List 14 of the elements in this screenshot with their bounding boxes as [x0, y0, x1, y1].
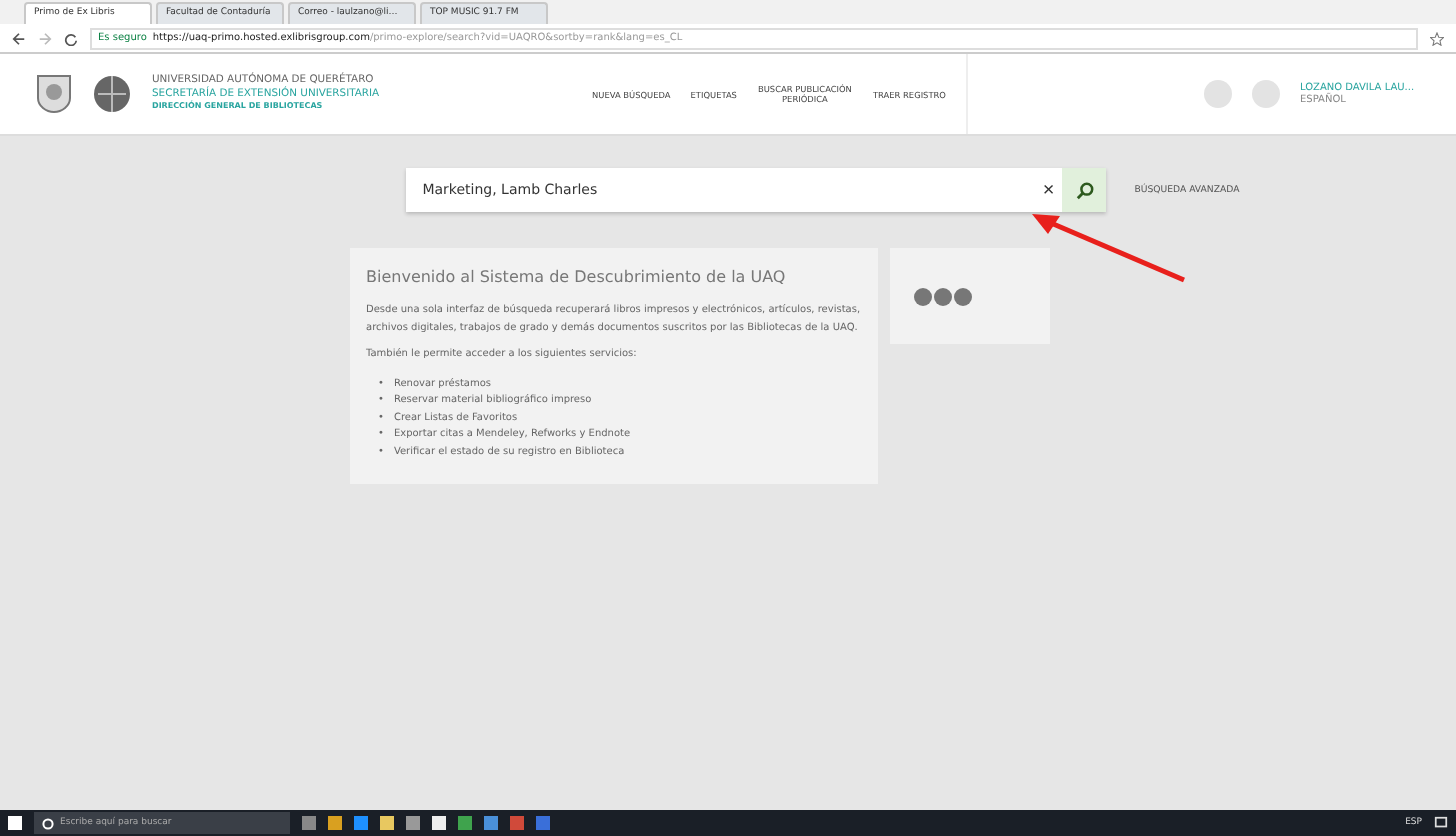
star-icon[interactable]	[1430, 31, 1444, 45]
forward-icon[interactable]	[38, 31, 52, 45]
welcome-title: Bienvenido al Sistema de Descubrimiento de la UAQ	[366, 268, 788, 286]
back-icon[interactable]	[12, 31, 26, 45]
university-shield-icon	[36, 74, 72, 114]
user-circle-icon[interactable]	[1204, 80, 1232, 108]
windows-start-icon[interactable]	[8, 816, 22, 830]
clear-button[interactable]: ×	[1034, 179, 1063, 201]
cortana-circle-icon	[42, 817, 54, 829]
reload-icon[interactable]	[64, 31, 78, 45]
globe-logo-icon	[92, 74, 132, 114]
notification-icon[interactable]	[1434, 816, 1448, 830]
search-icon	[1075, 181, 1094, 199]
search-button[interactable]	[1062, 168, 1107, 212]
